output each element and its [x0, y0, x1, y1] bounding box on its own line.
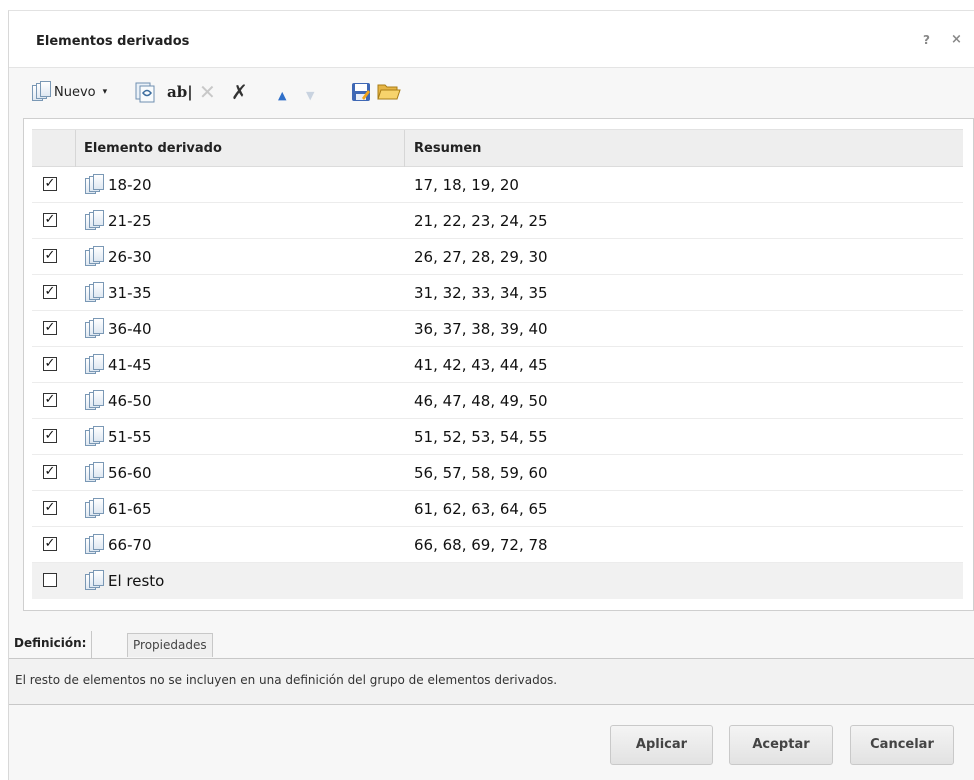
row-summary: 26, 27, 28, 29, 30	[414, 248, 548, 266]
toolbar: Nuevo ▾ ab| ✕ ✗ ▲ ▼	[9, 69, 974, 117]
apply-button[interactable]: Aplicar	[610, 725, 713, 765]
tab-definition[interactable]: Definición:	[9, 631, 93, 658]
row-element-name: 36-40	[108, 320, 152, 338]
dialog-titlebar: Elementos derivados ? ×	[9, 11, 974, 68]
move-down-icon[interactable]: ▼	[306, 84, 314, 106]
table-row[interactable]: ✓ 66-70 66, 68, 69, 72, 78	[32, 527, 963, 563]
header-summary[interactable]: Resumen	[405, 130, 481, 167]
row-checkbox[interactable]: ✓	[43, 429, 57, 443]
help-icon[interactable]: ?	[923, 33, 930, 47]
table-row[interactable]: ✓ 18-20 17, 18, 19, 20	[32, 167, 963, 203]
move-up-icon[interactable]: ▲	[278, 84, 286, 106]
header-check-column	[32, 130, 76, 167]
row-checkbox[interactable]: ✓	[43, 285, 57, 299]
save-icon[interactable]	[351, 82, 371, 102]
new-button-label: Nuevo	[54, 84, 96, 100]
derived-element-icon	[83, 282, 105, 304]
derived-element-icon	[83, 534, 105, 556]
row-summary: 51, 52, 53, 54, 55	[414, 428, 548, 446]
row-element-name: 18-20	[108, 176, 152, 194]
row-element-name: 31-35	[108, 284, 152, 302]
row-element-name: 21-25	[108, 212, 152, 230]
table-row[interactable]: ✓ 21-25 21, 22, 23, 24, 25	[32, 203, 963, 239]
grid-header: Elemento derivado Resumen	[32, 129, 963, 167]
table-row[interactable]: ✓ 31-35 31, 32, 33, 34, 35	[32, 275, 963, 311]
edit-element-icon[interactable]	[134, 80, 158, 104]
row-checkbox[interactable]: ✓	[43, 321, 57, 335]
row-summary: 36, 37, 38, 39, 40	[414, 320, 548, 338]
new-document-icon	[30, 81, 52, 103]
delete-icon[interactable]: ✕	[199, 80, 216, 104]
derived-elements-dialog: Elementos derivados ? × Nuevo ▾ ab| ✕ ✗ …	[8, 10, 974, 780]
table-row[interactable]: ✓ 36-40 36, 37, 38, 39, 40	[32, 311, 963, 347]
row-summary: 17, 18, 19, 20	[414, 176, 519, 194]
table-row[interactable]: ✓ 46-50 46, 47, 48, 49, 50	[32, 383, 963, 419]
table-row[interactable]: ✓ 56-60 56, 57, 58, 59, 60	[32, 455, 963, 491]
accept-button[interactable]: Aceptar	[729, 725, 833, 765]
row-checkbox[interactable]: ✓	[43, 465, 57, 479]
row-checkbox[interactable]: ✓	[43, 249, 57, 263]
cancel-button[interactable]: Cancelar	[850, 725, 954, 765]
rename-icon[interactable]: ab|	[167, 81, 193, 103]
derived-element-icon	[83, 318, 105, 340]
definition-text: El resto de elementos no se incluyen en …	[15, 673, 558, 687]
row-checkbox[interactable]: ✓	[43, 177, 57, 191]
row-checkbox[interactable]: ✓	[43, 537, 57, 551]
row-element-name: El resto	[108, 572, 165, 590]
derived-elements-grid: Elemento derivado Resumen ✓ 18-20 17, 18, …	[23, 118, 974, 611]
table-row[interactable]: ✓ 26-30 26, 27, 28, 29, 30	[32, 239, 963, 275]
row-checkbox[interactable]: ✓	[43, 393, 57, 407]
header-derived-element[interactable]: Elemento derivado	[76, 130, 405, 167]
table-row[interactable]: ✓ 51-55 51, 52, 53, 54, 55	[32, 419, 963, 455]
row-element-name: 26-30	[108, 248, 152, 266]
row-element-name: 61-65	[108, 500, 152, 518]
row-summary: 56, 57, 58, 59, 60	[414, 464, 548, 482]
row-checkbox[interactable]: ✓	[43, 357, 57, 371]
derived-element-icon	[83, 210, 105, 232]
row-element-name: 41-45	[108, 356, 152, 374]
row-summary: 31, 32, 33, 34, 35	[414, 284, 548, 302]
derived-element-icon	[83, 426, 105, 448]
row-summary: 41, 42, 43, 44, 45	[414, 356, 548, 374]
open-folder-icon[interactable]	[377, 81, 401, 101]
row-element-name: 46-50	[108, 392, 152, 410]
close-icon[interactable]: ×	[951, 32, 962, 47]
derived-element-icon	[83, 498, 105, 520]
row-element-name: 51-55	[108, 428, 152, 446]
derived-element-icon	[83, 390, 105, 412]
derived-element-icon	[83, 354, 105, 376]
row-summary: 66, 68, 69, 72, 78	[414, 536, 548, 554]
derived-element-icon	[83, 462, 105, 484]
definition-panel: El resto de elementos no se incluyen en …	[9, 658, 974, 705]
delete-all-icon[interactable]: ✗	[231, 80, 248, 104]
chevron-down-icon[interactable]: ▾	[103, 87, 108, 97]
derived-element-icon	[83, 246, 105, 268]
row-checkbox[interactable]: ✓	[43, 213, 57, 227]
row-summary: 46, 47, 48, 49, 50	[414, 392, 548, 410]
row-checkbox[interactable]: ✓	[43, 501, 57, 515]
dialog-title: Elementos derivados	[36, 34, 190, 49]
row-checkbox[interactable]	[43, 573, 57, 587]
derived-element-icon	[83, 174, 105, 196]
row-summary: 21, 22, 23, 24, 25	[414, 212, 548, 230]
new-button[interactable]: Nuevo ▾	[30, 81, 107, 103]
row-summary: 61, 62, 63, 64, 65	[414, 500, 548, 518]
derived-element-icon	[83, 570, 105, 592]
table-row[interactable]: El resto	[32, 563, 963, 599]
table-row[interactable]: ✓ 61-65 61, 62, 63, 64, 65	[32, 491, 963, 527]
row-element-name: 56-60	[108, 464, 152, 482]
tab-properties[interactable]: Propiedades	[127, 633, 213, 657]
table-row[interactable]: ✓ 41-45 41, 42, 43, 44, 45	[32, 347, 963, 383]
row-element-name: 66-70	[108, 536, 152, 554]
